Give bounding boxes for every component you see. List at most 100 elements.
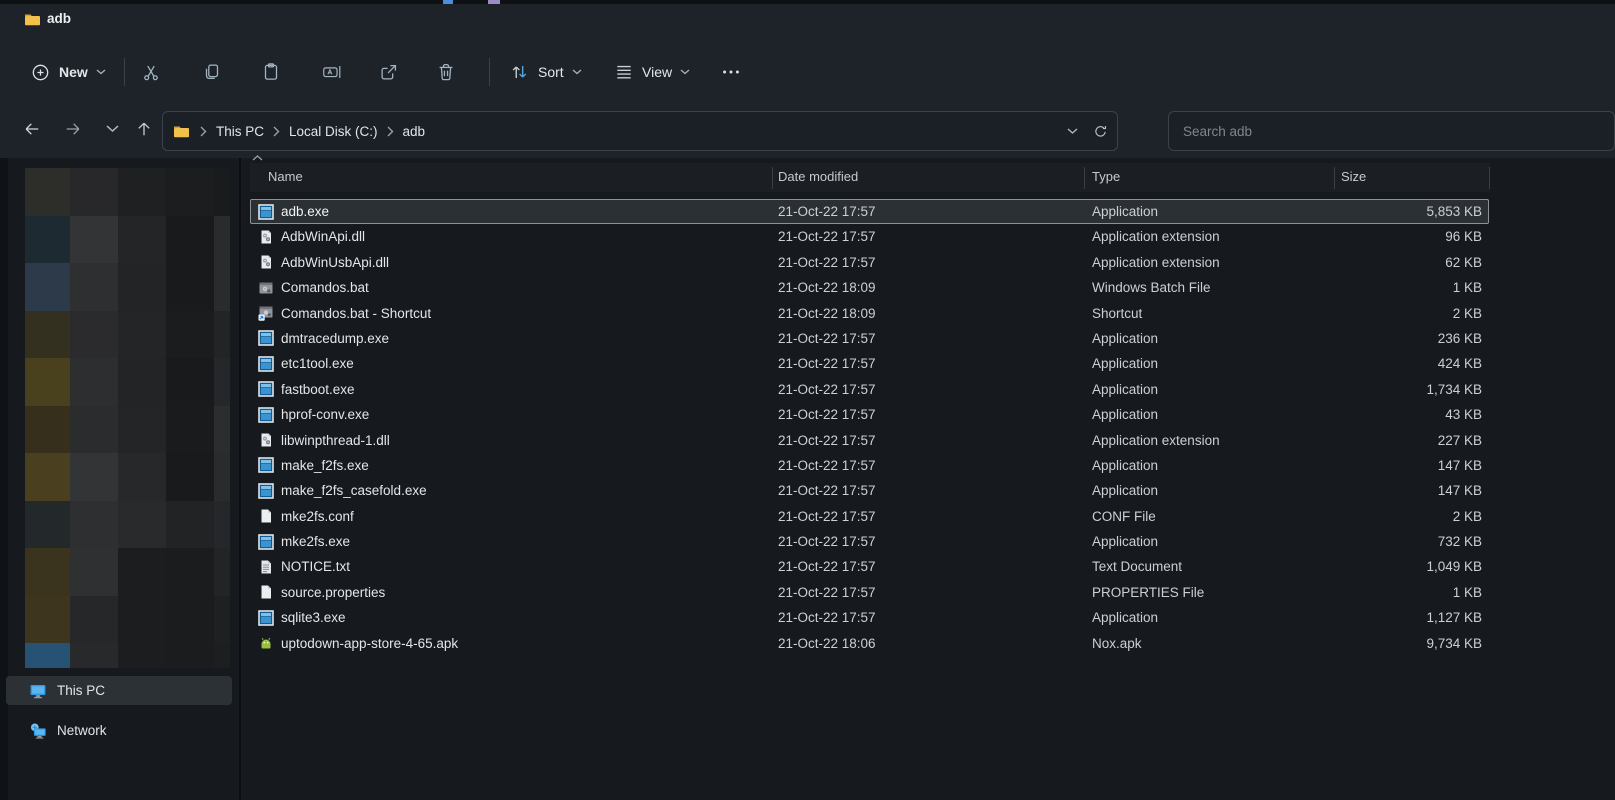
mosaic-cell <box>118 596 166 644</box>
file-row[interactable]: dmtracedump.exe21-Oct-22 17:57Applicatio… <box>250 326 1489 351</box>
mosaic-cell <box>166 263 214 311</box>
batlnk-file-icon <box>258 305 274 321</box>
file-row[interactable]: Comandos.bat21-Oct-22 18:09Windows Batch… <box>250 275 1489 300</box>
column-header-date-modified[interactable]: Date modified <box>778 169 858 184</box>
mosaic-cell <box>214 216 230 264</box>
file-row[interactable]: mke2fs.conf21-Oct-22 17:57CONF File2 KB <box>250 504 1489 529</box>
file-explorer-window: adb New <box>0 0 1615 800</box>
column-header-size[interactable]: Size <box>1341 169 1366 184</box>
refresh-button[interactable] <box>1092 123 1109 140</box>
dll-file-icon <box>258 432 274 448</box>
file-type: Windows Batch File <box>1092 275 1211 300</box>
file-date-modified: 21-Oct-22 18:09 <box>778 301 876 326</box>
file-row[interactable]: uptodown-app-store-4-65.apk21-Oct-22 18:… <box>250 631 1489 656</box>
dll-file-icon <box>258 229 274 245</box>
file-size: 236 KB <box>1280 326 1482 351</box>
column-header-row: Name Date modified Type Size <box>250 163 1490 192</box>
address-dropdown-button[interactable] <box>1067 128 1078 135</box>
mosaic-cell <box>118 216 166 264</box>
file-type: Nox.apk <box>1092 631 1142 656</box>
file-date-modified: 21-Oct-22 18:09 <box>778 275 876 300</box>
file-name: dmtracedump.exe <box>281 326 389 351</box>
file-row[interactable]: make_f2fs.exe21-Oct-22 17:57Application1… <box>250 453 1489 478</box>
navigation-bar: This PC Local Disk (C:) adb <box>0 104 1615 158</box>
file-name: hprof-conv.exe <box>281 402 369 427</box>
column-resize-handle[interactable] <box>772 167 773 189</box>
delete-button[interactable] <box>427 54 465 90</box>
sort-button-label: Sort <box>538 64 564 80</box>
arrow-up-icon <box>134 119 154 139</box>
share-icon <box>378 61 400 83</box>
share-button[interactable] <box>370 54 408 90</box>
search-input[interactable] <box>1169 112 1614 150</box>
file-date-modified: 21-Oct-22 17:57 <box>778 377 876 402</box>
file-row[interactable]: AdbWinUsbApi.dll21-Oct-22 17:57Applicati… <box>250 250 1489 275</box>
file-row[interactable]: Comandos.bat - Shortcut21-Oct-22 18:09Sh… <box>250 301 1489 326</box>
more-options-button[interactable] <box>712 54 750 90</box>
mosaic-cell <box>166 596 214 644</box>
page-file-icon <box>258 584 274 600</box>
copy-icon <box>201 61 223 83</box>
breadcrumb-adb[interactable]: adb <box>396 121 433 142</box>
mosaic-cell <box>25 406 70 454</box>
title-bar: adb <box>0 4 1615 38</box>
recent-locations-button[interactable] <box>95 112 129 146</box>
search-box <box>1168 111 1615 151</box>
file-row[interactable]: sqlite3.exe21-Oct-22 17:57Application1,1… <box>250 605 1489 630</box>
file-row[interactable]: AdbWinApi.dll21-Oct-22 17:57Application … <box>250 224 1489 249</box>
apk-file-icon <box>258 635 274 651</box>
paste-button[interactable] <box>252 54 290 90</box>
file-size: 2 KB <box>1280 504 1482 529</box>
mosaic-cell <box>118 548 166 596</box>
file-list: adb.exe21-Oct-22 17:57Application5,853 K… <box>250 199 1489 656</box>
ellipsis-icon <box>720 61 742 83</box>
new-button[interactable]: New <box>20 53 116 91</box>
toolbar-separator <box>489 58 490 86</box>
sidebar-redacted-mosaic <box>25 168 230 668</box>
file-date-modified: 21-Oct-22 17:57 <box>778 529 876 554</box>
column-resize-handle[interactable] <box>1489 167 1490 189</box>
new-button-label: New <box>59 64 88 80</box>
sidebar-item-network[interactable]: Network <box>6 716 232 745</box>
cut-button[interactable] <box>132 54 170 90</box>
file-row[interactable]: libwinpthread-1.dll21-Oct-22 17:57Applic… <box>250 428 1489 453</box>
copy-button[interactable] <box>193 54 231 90</box>
up-button[interactable] <box>127 112 161 146</box>
breadcrumb-this-pc[interactable]: This PC <box>209 121 271 142</box>
rename-button[interactable] <box>313 54 351 90</box>
column-header-type[interactable]: Type <box>1092 169 1120 184</box>
file-row[interactable]: adb.exe21-Oct-22 17:57Application5,853 K… <box>250 199 1489 224</box>
file-row[interactable]: make_f2fs_casefold.exe21-Oct-22 17:57App… <box>250 478 1489 503</box>
mosaic-cell <box>118 453 166 501</box>
file-date-modified: 21-Oct-22 17:57 <box>778 453 876 478</box>
column-header-name[interactable]: Name <box>268 169 303 184</box>
mosaic-cell <box>70 311 118 359</box>
column-resize-handle[interactable] <box>1334 167 1335 189</box>
file-date-modified: 21-Oct-22 17:57 <box>778 351 876 376</box>
file-size: 43 KB <box>1280 402 1482 427</box>
chevron-down-icon <box>572 69 582 75</box>
mosaic-cell <box>214 596 230 644</box>
sort-button[interactable]: Sort <box>498 53 592 91</box>
file-size: 1 KB <box>1280 580 1482 605</box>
file-row[interactable]: etc1tool.exe21-Oct-22 17:57Application42… <box>250 351 1489 376</box>
file-row[interactable]: source.properties21-Oct-22 17:57PROPERTI… <box>250 580 1489 605</box>
txt-file-icon <box>258 559 274 575</box>
file-row[interactable]: mke2fs.exe21-Oct-22 17:57Application732 … <box>250 529 1489 554</box>
mosaic-cell <box>166 501 214 549</box>
file-row[interactable]: hprof-conv.exe21-Oct-22 17:57Application… <box>250 402 1489 427</box>
window-chrome: adb New <box>0 4 1615 158</box>
sidebar-item-this-pc[interactable]: This PC <box>6 676 232 705</box>
forward-button[interactable] <box>56 112 90 146</box>
file-row[interactable]: NOTICE.txt21-Oct-22 17:57Text Document1,… <box>250 554 1489 579</box>
file-date-modified: 21-Oct-22 17:57 <box>778 580 876 605</box>
address-bar[interactable]: This PC Local Disk (C:) adb <box>162 111 1118 151</box>
file-row[interactable]: fastboot.exe21-Oct-22 17:57Application1,… <box>250 377 1489 402</box>
column-resize-handle[interactable] <box>1084 167 1085 189</box>
bat-file-icon <box>258 280 274 296</box>
rename-icon <box>321 61 343 83</box>
view-button[interactable]: View <box>604 53 700 91</box>
back-button[interactable] <box>15 112 49 146</box>
file-type: Application extension <box>1092 250 1220 275</box>
breadcrumb-local-disk-c[interactable]: Local Disk (C:) <box>282 121 385 142</box>
